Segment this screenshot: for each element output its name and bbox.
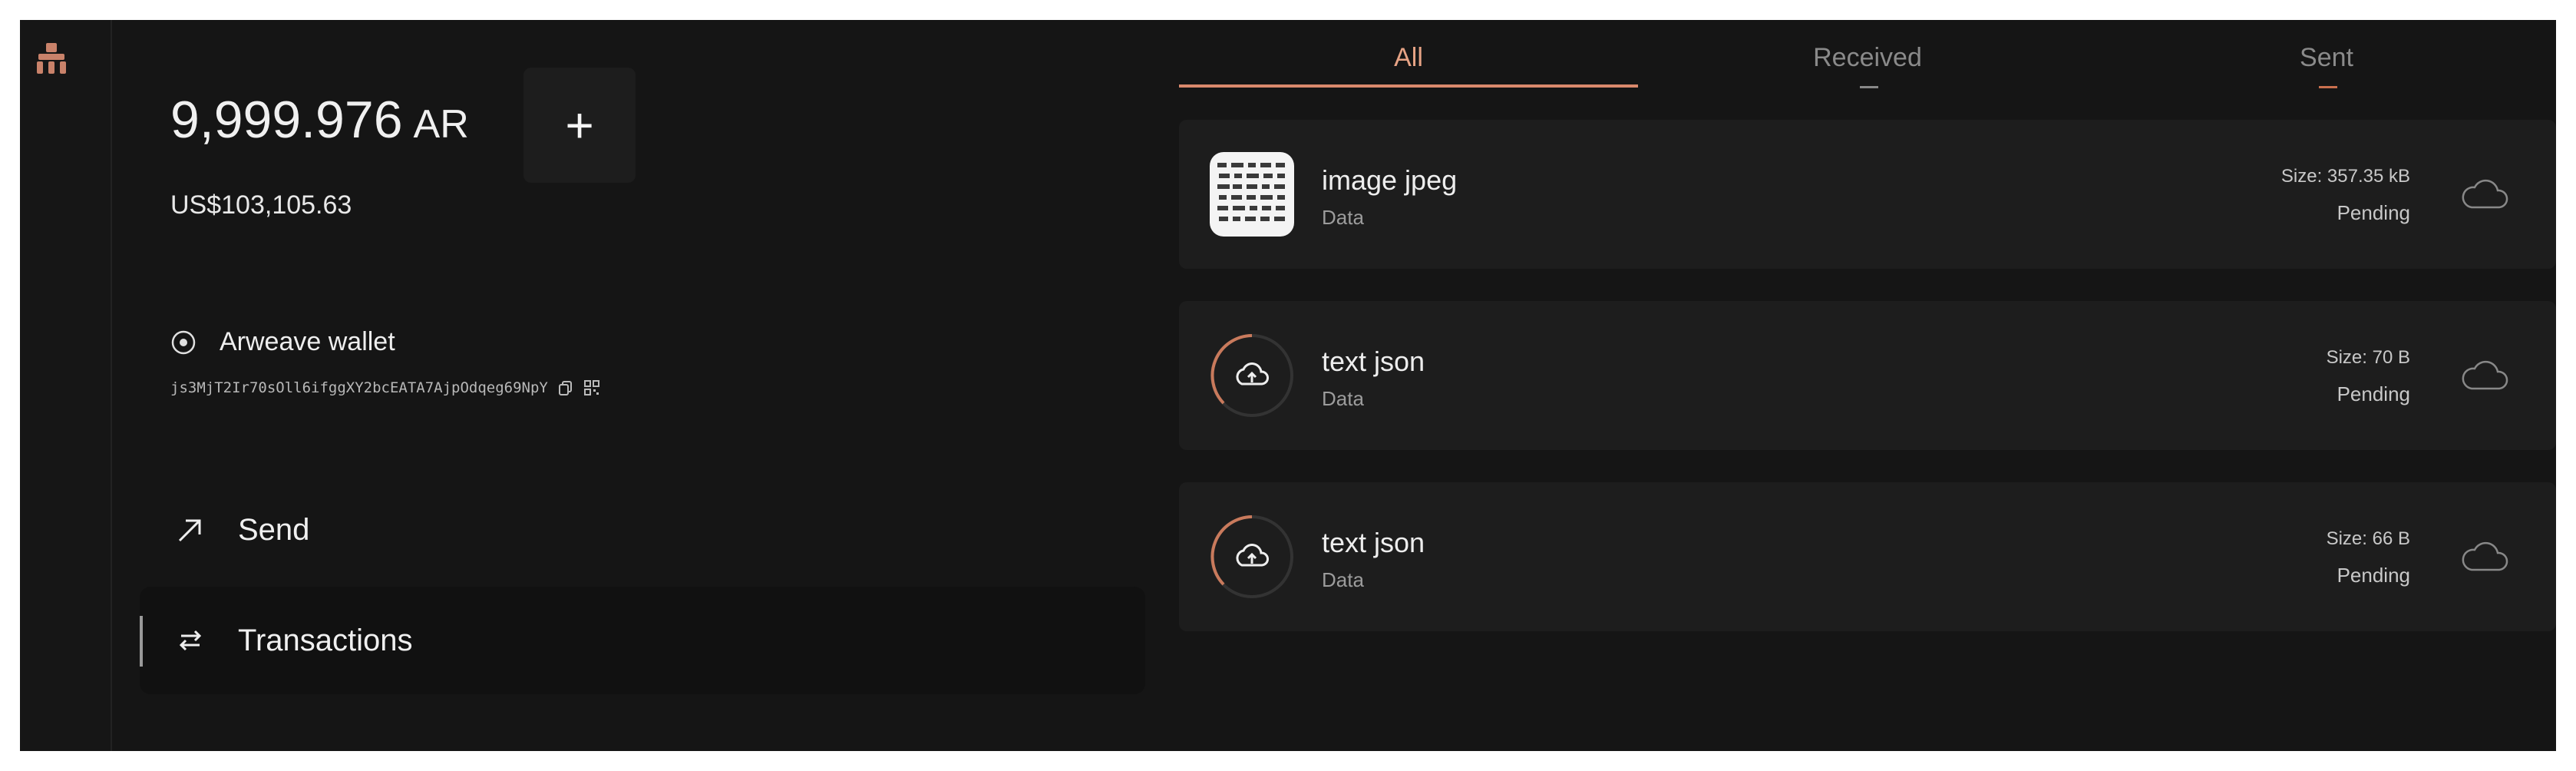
wallet-address-row: js3MjT2Ir70sOll6ifggXY2bcEATA7AjpOdqeg69… <box>170 379 600 396</box>
tab-all[interactable]: All <box>1179 43 1638 73</box>
received-indicator <box>1860 86 1878 88</box>
wallet-app: 9,999.976 AR + US$103,105.63 Arweave wall… <box>20 20 2556 751</box>
active-tab-underline <box>1179 84 1638 88</box>
transaction-type: Data <box>1322 206 1364 229</box>
tab-received[interactable]: Received <box>1638 43 2097 73</box>
wallet-circle-icon <box>171 330 196 354</box>
arrows-exchange-icon <box>179 630 202 651</box>
cloud-icon[interactable] <box>2459 177 2510 212</box>
arconnect-logo-icon[interactable] <box>32 40 71 78</box>
image-thumbnail-icon <box>1210 152 1294 237</box>
cloud-upload-icon <box>1210 334 1293 417</box>
fiat-balance: US$103,105.63 <box>170 190 352 220</box>
balance-display: 9,999.976 AR <box>170 94 469 146</box>
copy-icon[interactable] <box>557 379 574 396</box>
transaction-card[interactable]: image jpeg Data Size: 357.35 kB Pending <box>1179 120 2556 269</box>
arrow-up-right-icon <box>178 519 201 542</box>
transaction-size: Size: 66 B <box>2326 528 2410 549</box>
sent-indicator <box>2319 86 2337 88</box>
transaction-type: Data <box>1322 568 1364 591</box>
balance-unit: AR <box>413 102 469 147</box>
add-funds-button[interactable]: + <box>523 68 636 183</box>
tab-sent[interactable]: Sent <box>2097 43 2556 73</box>
transaction-type: Data <box>1322 387 1364 410</box>
wallet-address: js3MjT2Ir70sOll6ifggXY2bcEATA7AjpOdqeg69… <box>170 379 548 396</box>
transaction-status: Pending <box>2337 564 2410 587</box>
transaction-status: Pending <box>2337 201 2410 224</box>
transaction-card[interactable]: text json Data Size: 66 B Pending <box>1179 482 2556 631</box>
balance-amount: 9,999.976 <box>170 91 403 149</box>
transaction-size: Size: 70 B <box>2326 347 2410 368</box>
transaction-status: Pending <box>2337 382 2410 405</box>
nav-transactions[interactable]: Transactions <box>140 587 1145 694</box>
transaction-card[interactable]: text json Data Size: 70 B Pending <box>1179 301 2556 450</box>
wallet-info: Arweave wallet <box>170 327 395 357</box>
transaction-tabs: All Received Sent <box>1179 20 2556 97</box>
cloud-icon[interactable] <box>2459 358 2510 393</box>
cloud-upload-icon <box>1210 515 1293 598</box>
nav-transactions-label: Transactions <box>238 623 413 657</box>
nav-send-label: Send <box>238 512 310 547</box>
active-indicator <box>140 616 143 667</box>
icon-rail <box>20 20 112 751</box>
transaction-title: text json <box>1322 527 1425 558</box>
qr-code-icon[interactable] <box>583 379 600 396</box>
wallet-name: Arweave wallet <box>220 327 395 356</box>
cloud-icon[interactable] <box>2459 539 2510 574</box>
nav-send[interactable]: Send <box>140 476 1145 584</box>
transaction-title: text json <box>1322 346 1425 377</box>
transaction-size: Size: 357.35 kB <box>2280 166 2410 187</box>
transaction-title: image jpeg <box>1322 164 1458 196</box>
